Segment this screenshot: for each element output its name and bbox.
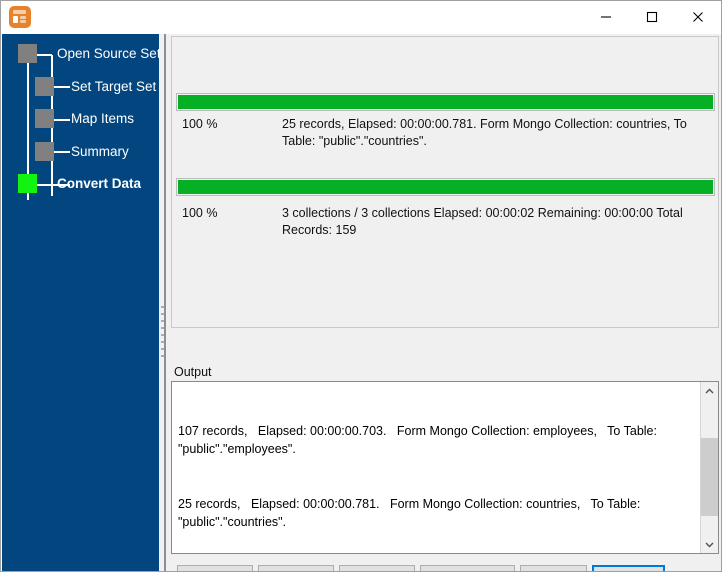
save-session-button[interactable]: Save Session — [420, 565, 515, 572]
wizard-step-tree: Open Source Set Set Target Set Map Items… — [2, 34, 159, 209]
output-label: Output — [174, 365, 212, 379]
progress-detail-current: 25 records, Elapsed: 00:00:00.781. Form … — [282, 116, 712, 150]
wizard-sidebar: Open Source Set Set Target Set Map Items… — [2, 34, 159, 572]
buy-now-button[interactable]: Buy Now — [592, 565, 665, 572]
step-marker-map-items — [35, 109, 54, 128]
view-button[interactable]: View — [520, 565, 587, 572]
progress-bar-current — [176, 93, 715, 111]
output-line: 25 records, Elapsed: 00:00:00.781. Form … — [178, 495, 698, 532]
step-marker-summary — [35, 142, 54, 161]
progress-percent-total: 100 % — [182, 205, 282, 239]
output-line: 107 records, Elapsed: 00:00:00.703. Form… — [178, 422, 698, 459]
output-text: 107 records, Elapsed: 00:00:00.703. Form… — [173, 383, 698, 552]
sidebar-item-label: Convert Data — [57, 176, 141, 191]
sidebar-item-label: Map Items — [71, 111, 134, 126]
back-button[interactable]: Back — [177, 565, 253, 572]
step-marker-set-target-set — [35, 77, 54, 96]
sidebar-item-label: Open Source Set — [57, 46, 161, 61]
application-window: Open Source Set Set Target Set Map Items… — [0, 0, 722, 572]
progress-info-total: 100 % 3 collections / 3 collections Elap… — [182, 205, 712, 239]
sidebar-item-label: Summary — [71, 144, 129, 159]
minimize-icon[interactable] — [583, 1, 629, 33]
progress-detail-total: 3 collections / 3 collections Elapsed: 0… — [282, 205, 712, 239]
sidebar-item-label: Set Target Set — [71, 79, 156, 94]
stop-button: Stop — [258, 565, 334, 572]
close-icon[interactable] — [675, 1, 721, 33]
sidebar-item-convert-data[interactable]: Convert Data — [18, 174, 141, 193]
step-marker-convert-data — [18, 174, 37, 193]
scroll-up-icon[interactable] — [701, 382, 718, 400]
sidebar-item-map-items[interactable]: Map Items — [35, 109, 134, 128]
scrollbar-thumb[interactable] — [701, 438, 718, 516]
app-icon — [9, 6, 31, 28]
step-marker-open-source-set — [18, 44, 37, 63]
output-textarea[interactable]: 107 records, Elapsed: 00:00:00.703. Form… — [171, 381, 719, 554]
button-bar: Back Stop Close Save Session View Buy No… — [166, 560, 721, 572]
progress-info-current: 100 % 25 records, Elapsed: 00:00:00.781.… — [182, 116, 712, 150]
window-controls — [583, 1, 721, 33]
sidebar-item-open-source-set[interactable]: Open Source Set — [18, 44, 161, 63]
progress-panel: 100 % 25 records, Elapsed: 00:00:00.781.… — [171, 36, 719, 328]
main-panel: 100 % 25 records, Elapsed: 00:00:00.781.… — [166, 34, 721, 572]
progress-percent-current: 100 % — [182, 116, 282, 150]
sidebar-item-summary[interactable]: Summary — [35, 142, 129, 161]
sidebar-item-set-target-set[interactable]: Set Target Set — [35, 77, 156, 96]
maximize-icon[interactable] — [629, 1, 675, 33]
title-bar — [1, 1, 721, 34]
scroll-down-icon[interactable] — [701, 535, 718, 553]
output-scrollbar[interactable] — [700, 382, 718, 553]
close-button[interactable]: Close — [339, 565, 415, 572]
progress-bar-total — [176, 178, 715, 196]
